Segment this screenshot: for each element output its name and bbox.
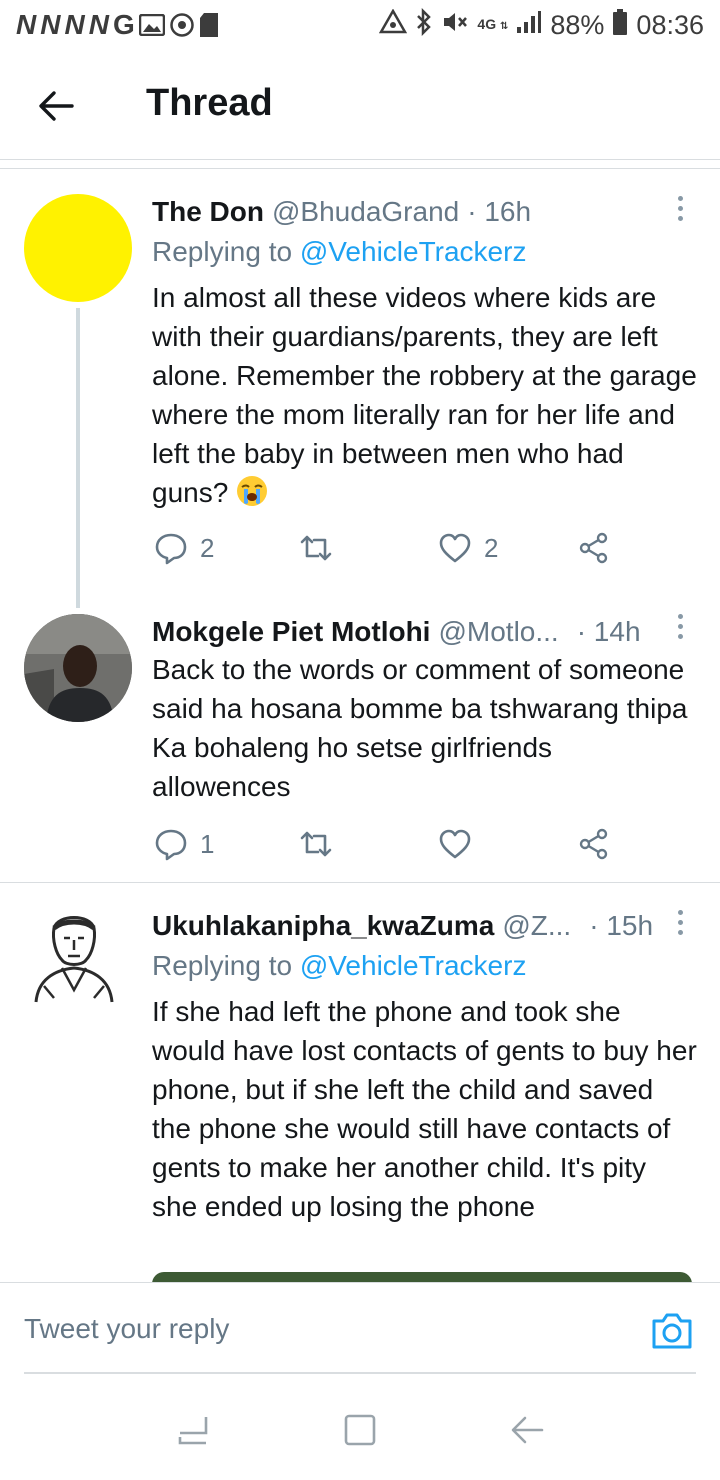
bluetooth-icon <box>415 7 433 43</box>
tweet-text: Back to the words or comment of someone … <box>152 654 688 802</box>
replying-to: Replying to @VehicleTrackerz <box>152 950 526 982</box>
system-nav-bar <box>0 1380 720 1480</box>
tweet-actions: 2 2 <box>152 528 632 568</box>
reply-button[interactable]: 2 <box>154 528 214 568</box>
tweet[interactable]: The Don @BhudaGrand · 16h Replying to @V… <box>0 170 720 610</box>
tweet-text: If she had left the phone and took she w… <box>152 996 697 1222</box>
arrow-left-icon <box>39 91 74 121</box>
notification-n-icon: N <box>88 9 109 40</box>
sync-icon <box>169 12 195 38</box>
replying-to: Replying to @VehicleTrackerz <box>152 236 526 268</box>
camera-icon <box>652 1313 692 1349</box>
sketch-portrait <box>34 916 114 1003</box>
battery-percent: 88% <box>550 9 605 40</box>
camera-button[interactable] <box>650 1311 694 1351</box>
person-photo <box>24 614 132 722</box>
reply-button[interactable]: 1 <box>154 824 214 864</box>
notification-n-icon: N <box>16 9 37 40</box>
tweet-time: · 15h <box>589 910 654 941</box>
tweet-header: Ukuhlakanipha_kwaZuma @Z... · 15h <box>152 910 660 942</box>
gallery-icon <box>138 14 165 36</box>
home-button[interactable] <box>336 1406 384 1454</box>
status-system: 4G ⇅ 88% 08:36 <box>379 7 704 43</box>
reply-input-underline <box>24 1372 696 1374</box>
tweet-text: In almost all these videos where kids ar… <box>152 278 697 512</box>
more-options-button[interactable] <box>670 188 690 228</box>
like-count: 2 <box>484 532 499 563</box>
share-button[interactable] <box>578 824 610 864</box>
display-name[interactable]: Mokgele Piet Motlohi <box>152 616 430 648</box>
display-name[interactable]: The Don <box>152 196 264 228</box>
replying-prefix: Replying to <box>152 950 293 981</box>
more-options-button[interactable] <box>670 606 690 646</box>
tweet-actions: 1 <box>152 824 632 864</box>
notification-g-icon: G <box>112 9 135 40</box>
reply-icon <box>155 533 187 565</box>
avatar[interactable] <box>24 194 132 302</box>
user-handle[interactable]: @BhudaGrand <box>272 196 459 228</box>
tweet-time: · 14h <box>576 616 641 647</box>
status-notifications: N N N N G <box>16 9 219 41</box>
retweet-button[interactable] <box>298 824 346 864</box>
tweet-divider <box>0 882 720 883</box>
thread-connector <box>76 308 80 608</box>
replying-to-link[interactable]: @VehicleTrackerz <box>300 950 527 981</box>
user-handle[interactable]: @Z... <box>502 910 571 942</box>
retweet-icon <box>300 535 332 561</box>
back-arrow-icon <box>511 1416 543 1444</box>
retweet-icon <box>300 831 332 857</box>
tweet-body: In almost all these videos where kids ar… <box>152 282 697 508</box>
home-icon <box>344 1414 376 1446</box>
recent-apps-button[interactable] <box>169 1406 217 1454</box>
share-icon <box>579 532 608 564</box>
replying-prefix: Replying to <box>152 236 293 267</box>
replying-to-link[interactable]: @VehicleTrackerz <box>300 236 527 267</box>
reply-count: 2 <box>200 532 215 563</box>
status-bar: N N N N G 4G ⇅ 88% 08:36 <box>0 0 720 50</box>
share-icon <box>579 828 608 860</box>
tweet-header: The Don @BhudaGrand · 16h <box>152 196 660 228</box>
mute-icon <box>441 9 469 42</box>
header-divider <box>0 168 720 169</box>
page-title: Thread <box>146 82 273 124</box>
heart-icon <box>439 829 471 859</box>
retweet-button[interactable] <box>298 528 346 568</box>
user-handle[interactable]: @Motlo... <box>438 616 558 648</box>
thread-header: Thread <box>0 50 720 160</box>
notification-n-icon: N <box>64 9 85 40</box>
recent-apps-icon <box>179 1417 208 1445</box>
more-options-button[interactable] <box>670 902 690 942</box>
like-button[interactable] <box>438 824 484 864</box>
tweet-header: Mokgele Piet Motlohi @Motlo... · 14h <box>152 616 660 648</box>
notification-n-icon: N <box>40 9 61 40</box>
reply-composer: Tweet your reply <box>0 1282 720 1380</box>
sd-card-icon <box>199 12 219 38</box>
display-name[interactable]: Ukuhlakanipha_kwaZuma <box>152 910 494 942</box>
network-type-label: 4G <box>477 15 497 32</box>
battery-icon <box>612 8 628 43</box>
crying-face-icon <box>237 476 268 506</box>
nfc-icon <box>379 7 408 42</box>
reply-count: 1 <box>200 828 215 859</box>
system-back-button[interactable] <box>503 1406 551 1454</box>
reply-input[interactable]: Tweet your reply <box>24 1313 229 1345</box>
tweet[interactable]: Mokgele Piet Motlohi @Motlo... · 14h Bac… <box>0 610 720 882</box>
share-button[interactable] <box>578 528 610 568</box>
clock: 08:36 <box>636 9 704 40</box>
heart-icon <box>439 533 471 563</box>
back-button[interactable] <box>30 80 82 132</box>
tweet-time: · 16h <box>467 196 532 227</box>
reply-icon <box>155 829 187 861</box>
network-type-icon: 4G ⇅ <box>477 15 509 32</box>
tweet[interactable]: Ukuhlakanipha_kwaZuma @Z... · 15h Replyi… <box>0 884 720 1284</box>
like-button[interactable]: 2 <box>438 528 498 568</box>
avatar[interactable] <box>24 906 124 1006</box>
avatar[interactable] <box>24 614 132 722</box>
signal-icon <box>516 9 542 41</box>
